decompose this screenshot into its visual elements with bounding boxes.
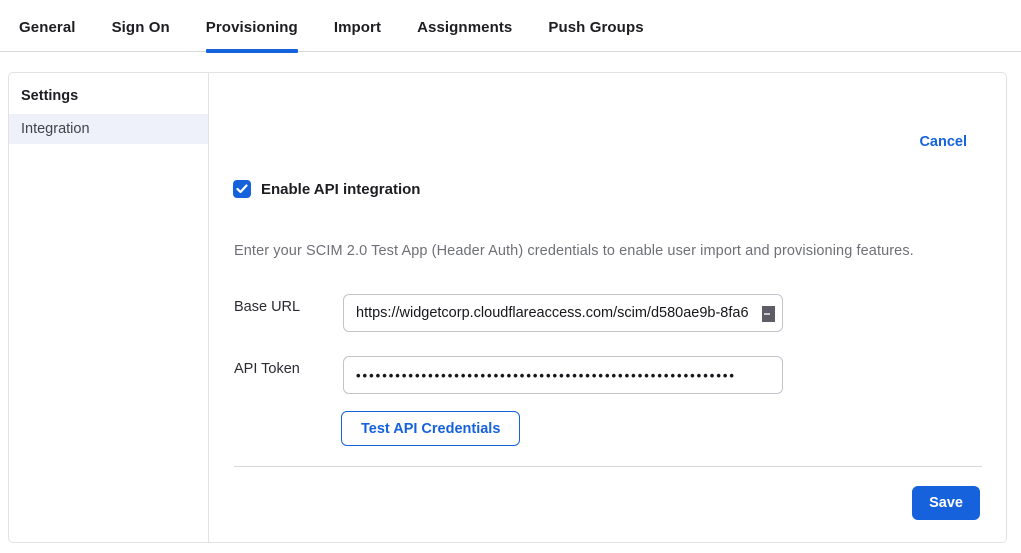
footer-divider bbox=[234, 466, 982, 467]
tab-assignments[interactable]: Assignments bbox=[417, 19, 512, 51]
tab-general[interactable]: General bbox=[19, 19, 76, 51]
save-button[interactable]: Save bbox=[912, 486, 980, 520]
base-url-input[interactable]: https://widgetcorp.cloudflareaccess.com/… bbox=[343, 294, 783, 332]
app-tabbar: General Sign On Provisioning Import Assi… bbox=[0, 0, 1021, 52]
tab-push-groups[interactable]: Push Groups bbox=[548, 19, 643, 51]
credentials-description: Enter your SCIM 2.0 Test App (Header Aut… bbox=[234, 243, 976, 259]
tab-import[interactable]: Import bbox=[334, 19, 381, 51]
base-url-value: https://widgetcorp.cloudflareaccess.com/… bbox=[356, 305, 749, 321]
tab-sign-on[interactable]: Sign On bbox=[112, 19, 170, 51]
api-token-label: API Token bbox=[234, 361, 300, 377]
provisioning-panel: Settings Integration Cancel Enable API i… bbox=[8, 72, 1007, 543]
settings-sidebar: Settings Integration bbox=[9, 73, 209, 542]
checkmark-icon bbox=[236, 184, 248, 194]
enable-api-label: Enable API integration bbox=[261, 181, 420, 198]
test-api-credentials-button[interactable]: Test API Credentials bbox=[341, 411, 520, 446]
base-url-label: Base URL bbox=[234, 299, 300, 315]
tab-provisioning[interactable]: Provisioning bbox=[206, 19, 298, 51]
sidebar-item-integration[interactable]: Integration bbox=[9, 114, 208, 144]
text-cursor bbox=[762, 306, 775, 322]
api-token-input[interactable]: ••••••••••••••••••••••••••••••••••••••••… bbox=[343, 356, 783, 394]
enable-api-row: Enable API integration bbox=[233, 180, 420, 198]
enable-api-checkbox[interactable] bbox=[233, 180, 251, 198]
cancel-button[interactable]: Cancel bbox=[919, 134, 967, 150]
api-token-value: ••••••••••••••••••••••••••••••••••••••••… bbox=[356, 368, 736, 383]
sidebar-header-settings: Settings bbox=[9, 73, 208, 114]
